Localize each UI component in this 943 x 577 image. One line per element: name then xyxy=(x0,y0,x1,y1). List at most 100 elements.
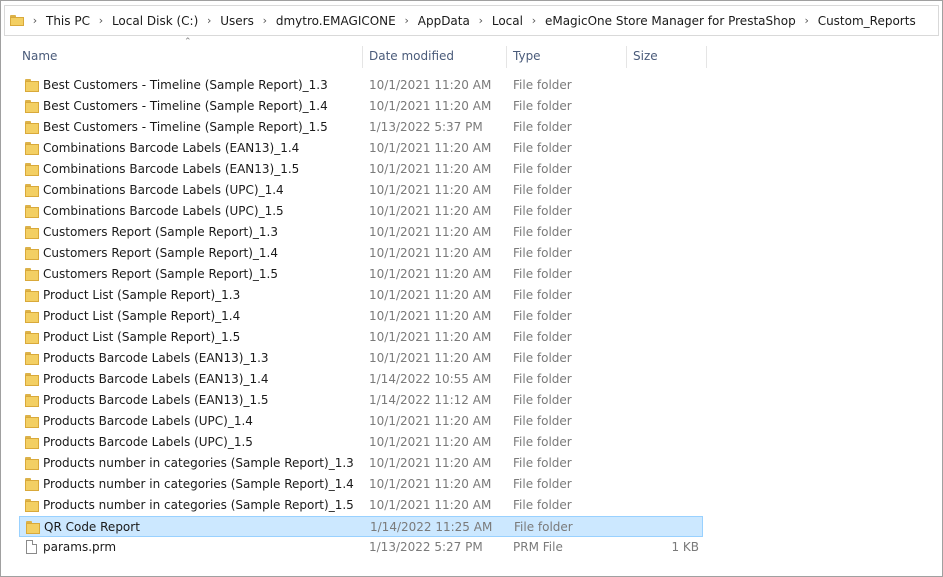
file-name: Products number in categories (Sample Re… xyxy=(43,477,354,491)
file-name: Combinations Barcode Labels (UPC)_1.5 xyxy=(43,204,284,218)
folder-icon xyxy=(25,394,39,407)
folder-icon xyxy=(25,184,39,197)
list-item[interactable]: Product List (Sample Report)_1.5 10/1/202… xyxy=(19,327,703,348)
file-type: File folder xyxy=(513,309,572,323)
file-date-modified: 10/1/2021 11:20 AM xyxy=(369,309,492,323)
file-name: Best Customers - Timeline (Sample Report… xyxy=(43,120,328,134)
breadcrumb-item[interactable]: AppData xyxy=(414,14,474,28)
list-item[interactable]: Combinations Barcode Labels (EAN13)_1.5 1… xyxy=(19,159,703,180)
list-item[interactable]: Best Customers - Timeline (Sample Report… xyxy=(19,75,703,96)
folder-icon xyxy=(25,289,39,302)
list-item[interactable]: Product List (Sample Report)_1.4 10/1/202… xyxy=(19,306,703,327)
list-item[interactable]: Combinations Barcode Labels (UPC)_1.4 10/… xyxy=(19,180,703,201)
file-type: File folder xyxy=(513,351,572,365)
breadcrumb-item[interactable]: Users xyxy=(216,14,258,28)
breadcrumb-item[interactable]: dmytro.EMAGICONE xyxy=(272,14,400,28)
breadcrumb-item[interactable]: Local Disk (C:) xyxy=(108,14,202,28)
list-item[interactable]: params.prm 1/13/2022 5:27 PM PRM File 1 KB xyxy=(19,537,703,558)
file-name: Products Barcode Labels (UPC)_1.5 xyxy=(43,435,253,449)
breadcrumb-item[interactable]: Custom_Reports xyxy=(814,14,920,28)
file-date-modified: 1/13/2022 5:37 PM xyxy=(369,120,483,134)
column-header: Name Date modified Type Size xyxy=(0,44,943,69)
file-size xyxy=(613,96,699,117)
file-size xyxy=(613,327,699,348)
file-size: 1 KB xyxy=(671,540,699,554)
file-date-modified: 1/14/2022 11:25 AM xyxy=(370,520,493,534)
list-item[interactable]: Products number in categories (Sample Re… xyxy=(19,453,703,474)
file-name: Product List (Sample Report)_1.5 xyxy=(43,330,241,344)
file-name: Combinations Barcode Labels (EAN13)_1.5 xyxy=(43,162,300,176)
file-size xyxy=(613,285,699,306)
list-item[interactable]: Product List (Sample Report)_1.3 10/1/202… xyxy=(19,285,703,306)
list-item[interactable]: QR Code Report 1/14/2022 11:25 AM File fol… xyxy=(19,516,703,537)
file-type: File folder xyxy=(513,393,572,407)
file-size xyxy=(613,453,699,474)
folder-icon xyxy=(25,247,39,260)
list-item[interactable]: Customers Report (Sample Report)_1.4 10/1… xyxy=(19,243,703,264)
list-item[interactable]: Products Barcode Labels (EAN13)_1.5 1/14/… xyxy=(19,390,703,411)
chevron-right-icon[interactable]: › xyxy=(527,14,541,27)
file-date-modified: 10/1/2021 11:20 AM xyxy=(369,414,492,428)
list-item[interactable]: Products Barcode Labels (EAN13)_1.4 1/14/… xyxy=(19,369,703,390)
file-name: Products Barcode Labels (EAN13)_1.5 xyxy=(43,393,269,407)
folder-icon xyxy=(25,352,39,365)
column-divider[interactable] xyxy=(706,46,707,68)
file-name: Products Barcode Labels (UPC)_1.4 xyxy=(43,414,253,428)
file-date-modified: 10/1/2021 11:20 AM xyxy=(369,246,492,260)
list-item[interactable]: Customers Report (Sample Report)_1.5 10/1… xyxy=(19,264,703,285)
chevron-right-icon[interactable]: › xyxy=(28,14,42,27)
folder-icon xyxy=(25,268,39,281)
file-size xyxy=(613,159,699,180)
file-date-modified: 10/1/2021 11:20 AM xyxy=(369,288,492,302)
file-name: Product List (Sample Report)_1.4 xyxy=(43,309,241,323)
file-type: File folder xyxy=(513,477,572,491)
file-name: Best Customers - Timeline (Sample Report… xyxy=(43,78,328,92)
file-size xyxy=(613,138,699,159)
file-name: Customers Report (Sample Report)_1.4 xyxy=(43,246,278,260)
chevron-right-icon[interactable]: › xyxy=(94,14,108,27)
file-size xyxy=(613,306,699,327)
list-item[interactable]: Products number in categories (Sample Re… xyxy=(19,474,703,495)
file-type: File folder xyxy=(513,456,572,470)
file-date-modified: 10/1/2021 11:20 AM xyxy=(369,435,492,449)
file-size xyxy=(613,432,699,453)
chevron-right-icon[interactable]: › xyxy=(258,14,272,27)
breadcrumb-item[interactable]: Local xyxy=(488,14,527,28)
folder-icon xyxy=(25,310,39,323)
list-item[interactable]: Combinations Barcode Labels (UPC)_1.5 10/… xyxy=(19,201,703,222)
file-type: File folder xyxy=(513,288,572,302)
breadcrumb-item[interactable]: eMagicOne Store Manager for PrestaShop xyxy=(541,14,800,28)
file-size xyxy=(614,517,700,538)
list-item[interactable]: Best Customers - Timeline (Sample Report… xyxy=(19,117,703,138)
list-item[interactable]: Customers Report (Sample Report)_1.3 10/1… xyxy=(19,222,703,243)
file-name: Best Customers - Timeline (Sample Report… xyxy=(43,99,328,113)
chevron-right-icon[interactable]: › xyxy=(400,14,414,27)
column-header-size[interactable]: Size xyxy=(627,44,706,69)
list-item[interactable]: Products Barcode Labels (UPC)_1.5 10/1/20… xyxy=(19,432,703,453)
folder-icon xyxy=(25,79,39,92)
folder-icon xyxy=(26,521,40,534)
chevron-right-icon[interactable]: › xyxy=(800,14,814,27)
list-item[interactable]: Best Customers - Timeline (Sample Report… xyxy=(19,96,703,117)
chevron-right-icon[interactable]: › xyxy=(202,14,216,27)
file-size xyxy=(613,264,699,285)
list-item[interactable]: Products Barcode Labels (UPC)_1.4 10/1/20… xyxy=(19,411,703,432)
file-size xyxy=(613,222,699,243)
breadcrumb: › This PC › Local Disk (C:) › Users › dmytro.EM… xyxy=(28,14,920,28)
breadcrumb-item[interactable]: This PC xyxy=(42,14,94,28)
list-item[interactable]: Products number in categories (Sample Re… xyxy=(19,495,703,516)
address-bar[interactable]: › This PC › Local Disk (C:) › Users › dmytro.EM… xyxy=(4,5,939,36)
file-size xyxy=(613,201,699,222)
column-header-type[interactable]: Type xyxy=(507,44,626,69)
file-name: Customers Report (Sample Report)_1.5 xyxy=(43,267,278,281)
list-item[interactable]: Products Barcode Labels (EAN13)_1.3 10/1/… xyxy=(19,348,703,369)
file-date-modified: 10/1/2021 11:20 AM xyxy=(369,99,492,113)
list-item[interactable]: Combinations Barcode Labels (EAN13)_1.4 1… xyxy=(19,138,703,159)
chevron-right-icon[interactable]: › xyxy=(474,14,488,27)
file-size xyxy=(613,474,699,495)
column-header-date[interactable]: Date modified xyxy=(363,44,506,69)
file-date-modified: 10/1/2021 11:20 AM xyxy=(369,351,492,365)
column-header-name[interactable]: Name xyxy=(16,44,362,69)
file-type: File folder xyxy=(513,246,572,260)
file-type: File folder xyxy=(513,78,572,92)
